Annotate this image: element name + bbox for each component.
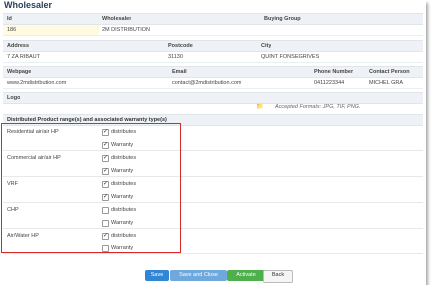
- value-webpage: www.2mdistribution.com: [7, 80, 67, 86]
- value-email: contact@2mdistribution.com: [172, 80, 242, 86]
- button-bar: Save Save and Close Activate Back: [3, 268, 423, 283]
- label-wholesaler: Wholesaler: [102, 16, 132, 22]
- header-row-2: Address Postcode City: [3, 40, 423, 52]
- value-address: 7 ZA RIBAUT: [7, 54, 41, 60]
- value-phone-number: 0411223344: [314, 80, 345, 86]
- label-contact-person: Contact Person: [369, 69, 410, 75]
- folder-icon[interactable]: 📁: [256, 103, 263, 110]
- header-row-3: Webpage Email Phone Number Contact Perso…: [3, 66, 423, 78]
- page-title: Wholesaler: [4, 0, 53, 10]
- accepted-formats-text: Accepted Formats: JPG, TIF, PNG.: [275, 104, 361, 110]
- save-and-close-button[interactable]: Save and Close: [170, 270, 227, 281]
- value-row-2: 7 ZA RIBAUT 31130 QUINT FONSEGRIVES: [3, 52, 423, 63]
- value-row-1: 186 2M DISTRIBUTION: [3, 25, 423, 36]
- value-contact-person: MICHEL GRA: [369, 80, 404, 86]
- value-id: 186: [7, 27, 17, 33]
- label-webpage: Webpage: [7, 69, 32, 75]
- label-postcode: Postcode: [168, 43, 193, 49]
- page-bottom-edge: [0, 285, 434, 292]
- label-city: City: [261, 43, 272, 49]
- save-button[interactable]: Save: [145, 270, 169, 281]
- highlight-box: [1, 123, 181, 253]
- label-id: Id: [7, 16, 12, 22]
- header-row-1: Id Wholesaler Buying Group: [3, 13, 423, 25]
- label-buying-group: Buying Group: [264, 16, 301, 22]
- label-phone-number: Phone Number: [314, 69, 354, 75]
- value-wholesaler: 2M DISTRIBUTION: [102, 27, 150, 33]
- page-frame: Wholesaler Id Wholesaler Buying Group 18…: [0, 0, 426, 285]
- id-field[interactable]: [3, 25, 99, 35]
- logo-header: Logo: [3, 92, 423, 104]
- back-button[interactable]: Back: [263, 270, 293, 283]
- label-email: Email: [172, 69, 187, 75]
- value-postcode: 31130: [168, 54, 183, 60]
- value-city: QUINT FONSEGRIVES: [261, 54, 320, 60]
- activate-button[interactable]: Activate: [227, 270, 265, 281]
- label-logo: Logo: [7, 95, 21, 101]
- label-address: Address: [7, 43, 30, 49]
- value-row-3: www.2mdistribution.com contact@2mdistrib…: [3, 78, 423, 89]
